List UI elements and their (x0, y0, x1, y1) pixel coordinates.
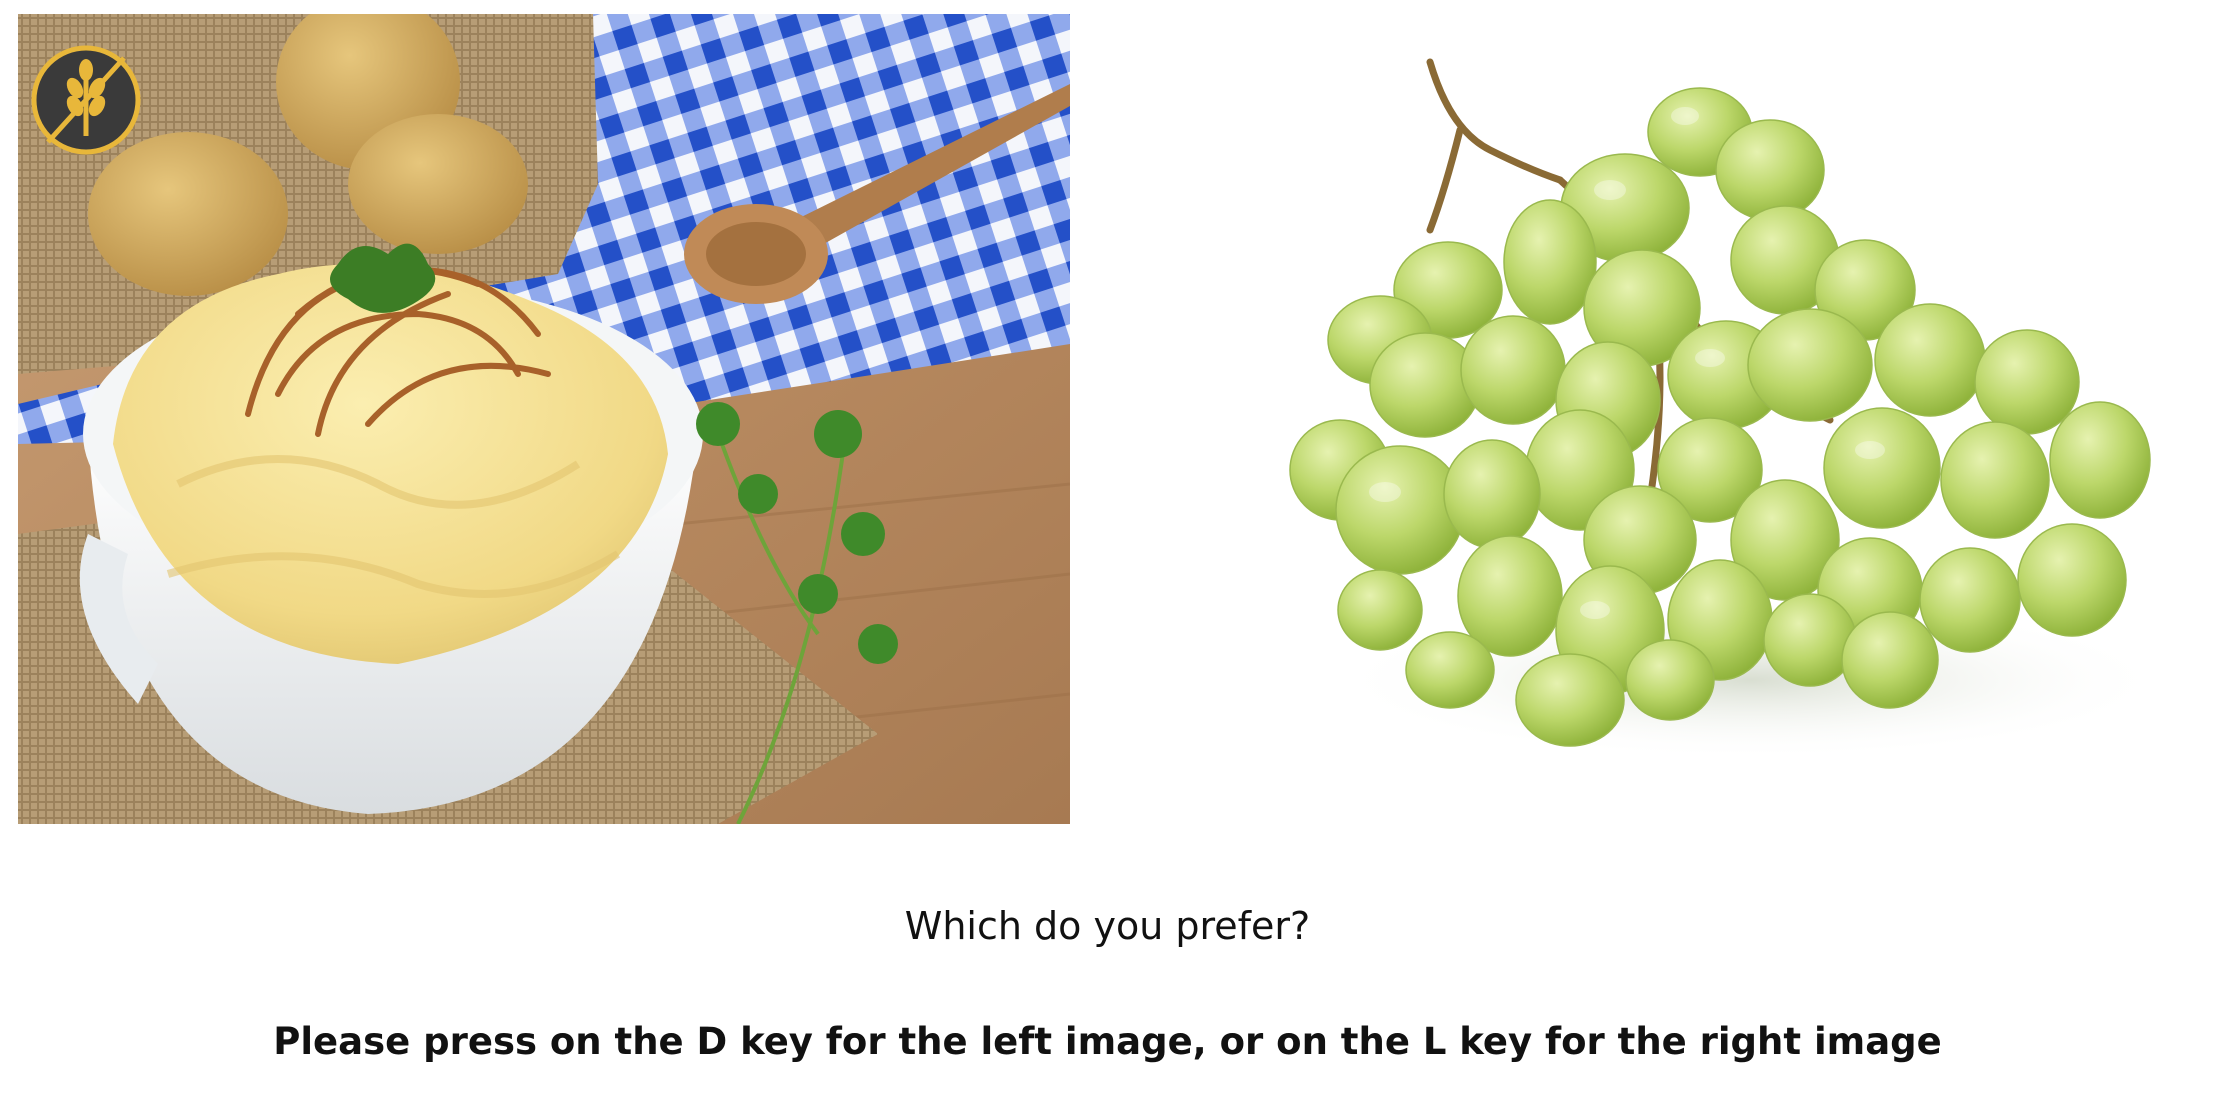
key-instruction: Please press on the D key for the left i… (273, 1020, 1942, 1063)
right-food-image[interactable] (1230, 40, 2210, 800)
left-food-image[interactable] (18, 14, 1070, 824)
wheat-icon (31, 45, 141, 155)
preference-question: Which do you prefer? (904, 904, 1311, 948)
mashed-potatoes-picture (18, 14, 1070, 824)
green-grapes-picture (1230, 40, 2210, 800)
